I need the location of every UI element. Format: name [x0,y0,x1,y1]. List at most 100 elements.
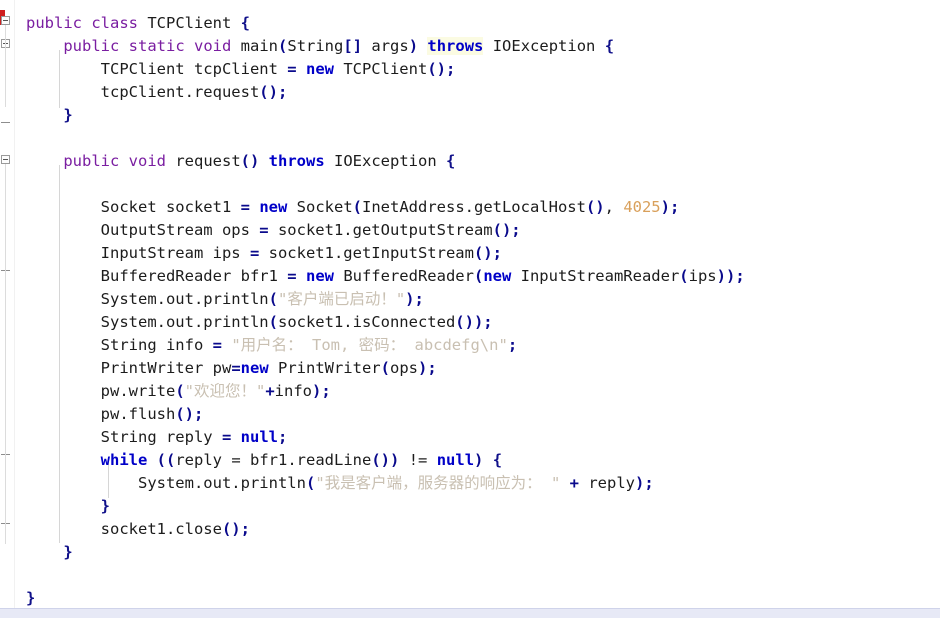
code-token: ; [414,290,424,308]
code-token: args [362,37,409,55]
code-line[interactable]: System.out.println("我是客户端，服务器的响应为： " + r… [26,472,654,495]
code-token: IOException [324,152,446,170]
code-line[interactable]: public void request() throws IOException… [26,150,455,173]
code-token: TCPClient [333,60,428,78]
code-token: ) [405,290,415,308]
code-token: ops [389,359,418,377]
code-token: ; [445,60,456,78]
code-token: "我是客户端，服务器的响应为： " [315,474,561,492]
code-token: = [240,198,250,216]
code-token: } [63,543,73,561]
code-line[interactable]: String reply = null; [26,426,288,449]
code-token: ()) [371,451,400,469]
code-token: + [569,474,579,492]
code-token: ()) [455,313,484,331]
fold-connector-line [5,164,6,544]
code-token: () [585,198,605,216]
code-line[interactable]: pw.flush(); [26,403,204,426]
code-token: InputStream ips [26,244,250,262]
code-token: tcpClient.request [26,83,260,101]
code-line[interactable]: while ((reply = bfr1.readLine()) != null… [26,449,502,472]
code-token: 4025 [623,198,661,216]
code-line[interactable]: Socket socket1 = new Socket(InetAddress.… [26,196,680,219]
code-token: void [194,37,232,55]
code-token: OutputStream ops [26,221,260,239]
code-token: throws [427,37,484,55]
code-line[interactable]: pw.write("欢迎您！"+info); [26,380,331,403]
code-line[interactable]: public class TCPClient { [26,12,250,35]
code-token: { [446,152,456,170]
code-token: = [221,428,232,446]
code-line[interactable]: PrintWriter pw=new PrintWriter(ops); [26,357,437,380]
code-line[interactable]: } [26,495,110,518]
code-line[interactable]: tcpClient.request(); [26,81,288,104]
code-token: System.out.println [26,313,269,331]
code-token: () [492,221,512,239]
code-line[interactable]: socket1.close(); [26,518,250,541]
code-token: )) [716,267,736,285]
code-line[interactable]: OutputStream ops = socket1.getOutputStre… [26,219,521,242]
code-token: { [240,14,251,32]
code-line[interactable]: System.out.println(socket1.isConnected()… [26,311,493,334]
code-token: = [231,451,241,469]
code-token: ; [483,313,493,331]
code-line[interactable]: System.out.println("客户端已启动！"); [26,288,424,311]
code-token: ( [278,37,288,55]
code-token: socket1.isConnected [277,313,456,331]
code-editor[interactable]: public class TCPClient { public static v… [0,0,940,618]
code-line[interactable]: InputStream ips = socket1.getInputStream… [26,242,502,265]
fold-toggle-icon[interactable] [1,155,10,164]
code-token: ( [268,313,278,331]
code-token: ( [380,359,390,377]
code-token: () [427,60,446,78]
code-line[interactable]: TCPClient tcpClient = new TCPClient(); [26,58,456,81]
code-token: "客户端已启动！" [277,290,406,308]
fold-end-dash-icon[interactable] [1,122,10,123]
code-token: ; [427,359,437,377]
code-token: ) [474,451,484,469]
code-line[interactable]: BufferedReader bfr1 = new BufferedReader… [26,265,745,288]
code-token: != [408,451,428,469]
editor-gutter[interactable] [0,0,15,618]
code-line[interactable]: } [26,541,73,564]
code-token: main [231,37,279,55]
code-token: String [287,37,344,55]
code-token: socket1.getInputStream [259,244,474,262]
code-token: ; [735,267,745,285]
code-token: ; [507,336,518,354]
code-line[interactable]: String info = "用户名： Tom, 密码： abcdefg\n"; [26,334,518,357]
fold-toggle-icon[interactable] [1,16,10,25]
code-token: System.out.println [26,474,306,492]
code-token: ; [492,244,502,262]
code-token: ips [688,267,717,285]
code-token: static [128,37,185,55]
code-line[interactable]: } [26,104,72,127]
code-text-area[interactable]: public class TCPClient { public static v… [0,0,940,618]
code-token: ; [193,405,204,423]
code-token: null [240,428,278,446]
code-token: request [166,152,241,170]
bottom-status-strip [0,608,940,618]
code-token: TCPClient [138,14,241,32]
code-token: reply [579,474,635,492]
code-token: InetAddress.getLocalHost [362,198,586,216]
code-token: public [26,14,82,32]
code-line[interactable]: } [26,587,35,610]
code-token: } [100,497,110,515]
code-token: ; [511,221,521,239]
code-token: new [240,359,269,377]
code-token: ( [352,198,362,216]
code-token: Socket socket1 [26,198,241,216]
code-line[interactable]: public static void main(String[] args) t… [26,35,614,58]
code-token: socket1.getOutputStream [268,221,493,239]
code-token: TCPClient tcpClient [26,60,288,78]
code-token: new [259,198,288,216]
code-token: new [483,267,512,285]
